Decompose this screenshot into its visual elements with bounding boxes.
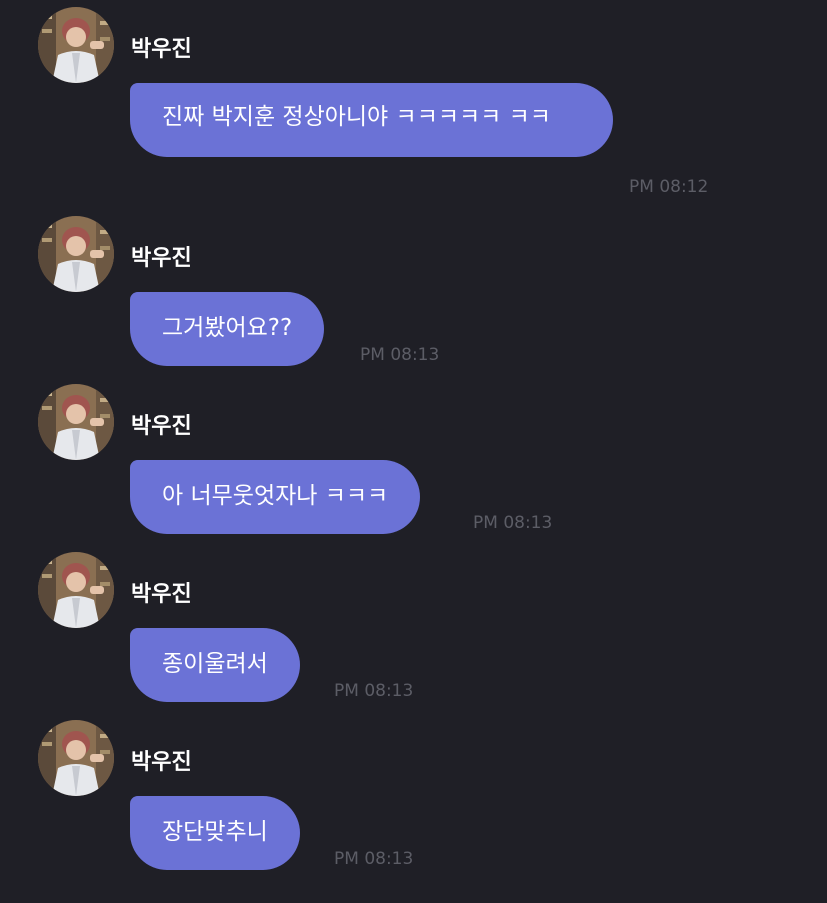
message-timestamp: PM 08:13 <box>334 849 414 869</box>
avatar-image <box>38 720 114 796</box>
avatar[interactable] <box>38 216 114 292</box>
message-timestamp: PM 08:13 <box>473 513 553 533</box>
message-bubble[interactable]: 그거봤어요?? <box>130 292 325 366</box>
message-timestamp: PM 08:13 <box>360 345 440 365</box>
avatar[interactable] <box>38 7 114 83</box>
sender-name: 박우진 <box>131 582 192 607</box>
avatar-image <box>38 384 114 460</box>
avatar-image <box>38 7 114 83</box>
sender-name: 박우진 <box>131 414 192 439</box>
avatar[interactable] <box>38 552 114 628</box>
avatar[interactable] <box>38 384 114 460</box>
avatar-image <box>38 216 114 292</box>
message-timestamp: PM 08:12 <box>629 177 709 197</box>
avatar-image <box>38 552 114 628</box>
sender-name: 박우진 <box>131 37 192 62</box>
message-bubble[interactable]: 아 너무웃엇자나 ㅋㅋㅋ <box>130 460 421 534</box>
sender-name: 박우진 <box>131 246 192 271</box>
sender-name: 박우진 <box>131 750 192 775</box>
avatar[interactable] <box>38 720 114 796</box>
message-bubble[interactable]: 장단맞추니 <box>130 796 300 870</box>
message-bubble[interactable]: 종이울려서 <box>130 628 300 702</box>
message-bubble[interactable]: 진짜 박지훈 정상아니야 ㅋㅋㅋㅋㅋ ㅋㅋ <box>130 83 613 157</box>
message-timestamp: PM 08:13 <box>334 681 414 701</box>
